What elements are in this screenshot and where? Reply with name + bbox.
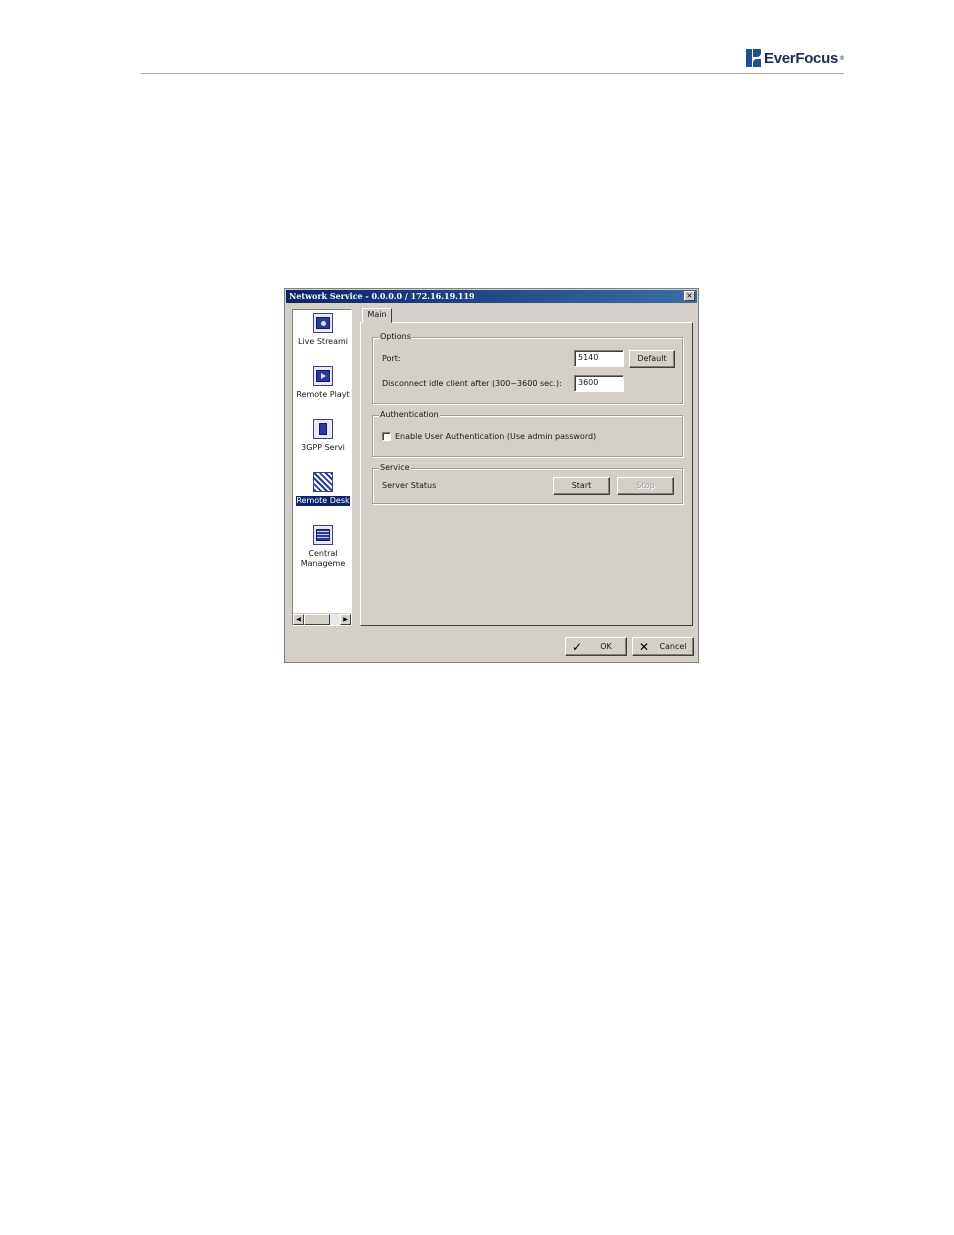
scroll-right-button[interactable]: ▶ [340, 614, 351, 625]
title-bar[interactable]: Network Service - 0.0.0.0 / 172.16.19.11… [286, 290, 697, 303]
authentication-group-title: Authentication [379, 410, 440, 420]
management-icon [313, 525, 333, 545]
network-service-dialog: Network Service - 0.0.0.0 / 172.16.19.11… [284, 288, 699, 663]
list-item-label-selected: Remote Desk [296, 496, 350, 506]
tab-main[interactable]: Main [362, 308, 392, 323]
list-item-label-line2: Manageme [300, 559, 346, 568]
close-icon: × [686, 291, 693, 300]
service-group-title: Service [379, 463, 411, 473]
list-item-label: 3GPP Servi [301, 443, 345, 452]
port-label: Port: [382, 354, 401, 363]
list-item-label: Central [308, 549, 338, 558]
disconnect-idle-input[interactable]: 3600 [574, 375, 624, 392]
everfocus-logo-mark-icon [746, 49, 761, 67]
enable-user-authentication-checkbox[interactable] [382, 432, 391, 441]
list-item-live-streaming[interactable]: Live Streami [293, 313, 351, 347]
start-button[interactable]: Start [553, 477, 610, 495]
service-list-panel: Live Streami Remote Playt 3GPP Servi Rem… [292, 309, 352, 626]
options-group: Options [372, 332, 683, 404]
port-input[interactable]: 5140 [574, 350, 624, 367]
logo-text: EverFocus [764, 49, 838, 67]
server-status-label: Server Status [382, 481, 437, 490]
play-icon [313, 366, 333, 386]
cancel-x-icon: ✕ [639, 640, 650, 654]
dialog-title: Network Service - 0.0.0.0 / 172.16.19.11… [289, 291, 475, 301]
list-item-central-management[interactable]: Central Manageme [293, 525, 351, 569]
everfocus-logo: EverFocus ® [746, 48, 846, 68]
close-button[interactable]: × [684, 291, 695, 301]
logo-registered-mark: ® [839, 54, 845, 62]
ok-button[interactable]: ✓ OK [565, 637, 627, 656]
remote-desktop-icon [313, 472, 333, 492]
header-rule [141, 73, 844, 74]
disconnect-idle-label: Disconnect idle client after (300~3600 s… [382, 379, 562, 388]
default-button[interactable]: Default [629, 350, 675, 368]
list-item-remote-playback[interactable]: Remote Playt [293, 366, 351, 400]
scroll-left-button[interactable]: ◀ [293, 614, 304, 625]
scroll-right-icon: ▶ [343, 616, 348, 623]
monitor-icon [313, 313, 333, 333]
ok-label: OK [600, 642, 612, 651]
list-item-remote-desktop[interactable]: Remote Desk [293, 472, 351, 506]
scroll-left-icon: ◀ [296, 616, 301, 623]
scrollbar-thumb[interactable] [304, 614, 330, 625]
list-item-label: Remote Playt [296, 390, 350, 399]
cancel-label: Cancel [659, 642, 687, 651]
checkmark-icon: ✓ [572, 640, 583, 654]
horizontal-scrollbar[interactable]: ◀ ▶ [293, 613, 351, 625]
list-item-label: Live Streami [297, 337, 349, 346]
list-item-3gpp-service[interactable]: 3GPP Servi [293, 419, 351, 453]
enable-user-authentication-label[interactable]: Enable User Authentication (Use admin pa… [395, 432, 596, 442]
stop-button[interactable]: Stop [617, 477, 674, 495]
phone-icon [313, 419, 333, 439]
cancel-button[interactable]: ✕ Cancel [632, 637, 694, 656]
options-group-title: Options [379, 332, 412, 342]
